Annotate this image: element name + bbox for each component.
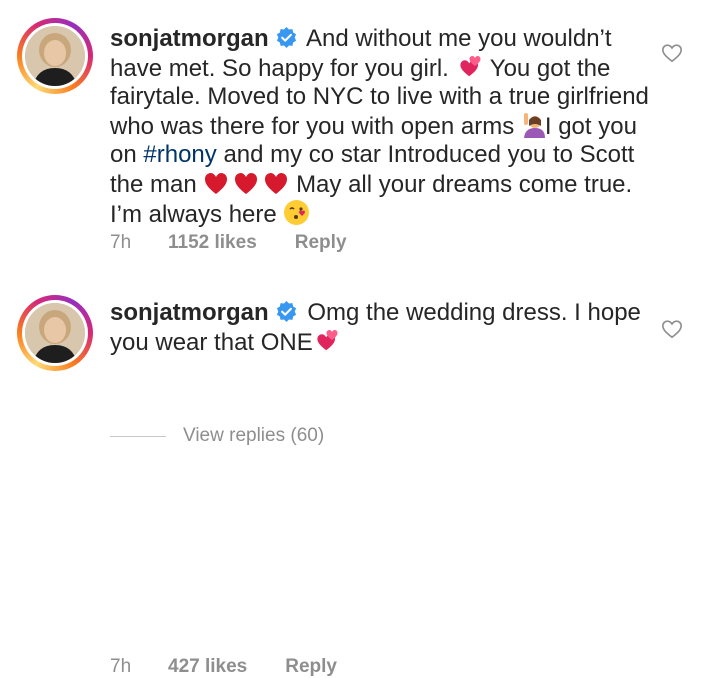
two-hearts-emoji-icon [317, 329, 338, 350]
face-blowing-kiss-emoji-icon [284, 200, 310, 225]
comment-meta: 7h 1152 likes Reply [110, 232, 347, 254]
view-replies-label: View replies (60) [183, 425, 325, 446]
avatar[interactable] [17, 18, 93, 94]
likes-count[interactable]: 1152 likes [168, 232, 257, 254]
avatar-photo [25, 303, 85, 363]
like-heart-icon[interactable] [661, 318, 683, 340]
like-heart-icon[interactable] [661, 42, 683, 64]
comment-item: sonjatmorgan And without me you wouldn’t… [0, 0, 720, 290]
person-raising-hand-emoji-icon [523, 112, 545, 138]
comment-item: sonjatmorgan Omg the wedding dress. I ho… [0, 290, 720, 677]
reply-button[interactable]: Reply [295, 232, 347, 254]
comment-time: 7h [110, 656, 132, 677]
comment-meta: 7h 427 likes Reply [110, 656, 337, 678]
avatar[interactable] [17, 295, 93, 371]
hashtag-link[interactable]: #rhony [143, 141, 216, 168]
verified-badge-icon [276, 26, 296, 49]
comment-text: sonjatmorgan Omg the wedding dress. I ho… [110, 299, 641, 356]
avatar-photo [25, 26, 85, 86]
verified-badge-icon [276, 300, 296, 323]
comment-text: sonjatmorgan And without me you wouldn’t… [110, 25, 649, 228]
two-hearts-emoji-icon [459, 55, 481, 76]
comment-username[interactable]: sonjatmorgan [110, 299, 269, 326]
comment-username[interactable]: sonjatmorgan [110, 25, 269, 52]
heart-exclamation-emoji-icon [205, 172, 288, 194]
reply-button[interactable]: Reply [285, 656, 337, 678]
comment-time: 7h [110, 232, 132, 253]
view-replies-button[interactable]: View replies (60) [110, 425, 324, 447]
likes-count[interactable]: 427 likes [168, 656, 247, 678]
divider-line [110, 435, 166, 437]
